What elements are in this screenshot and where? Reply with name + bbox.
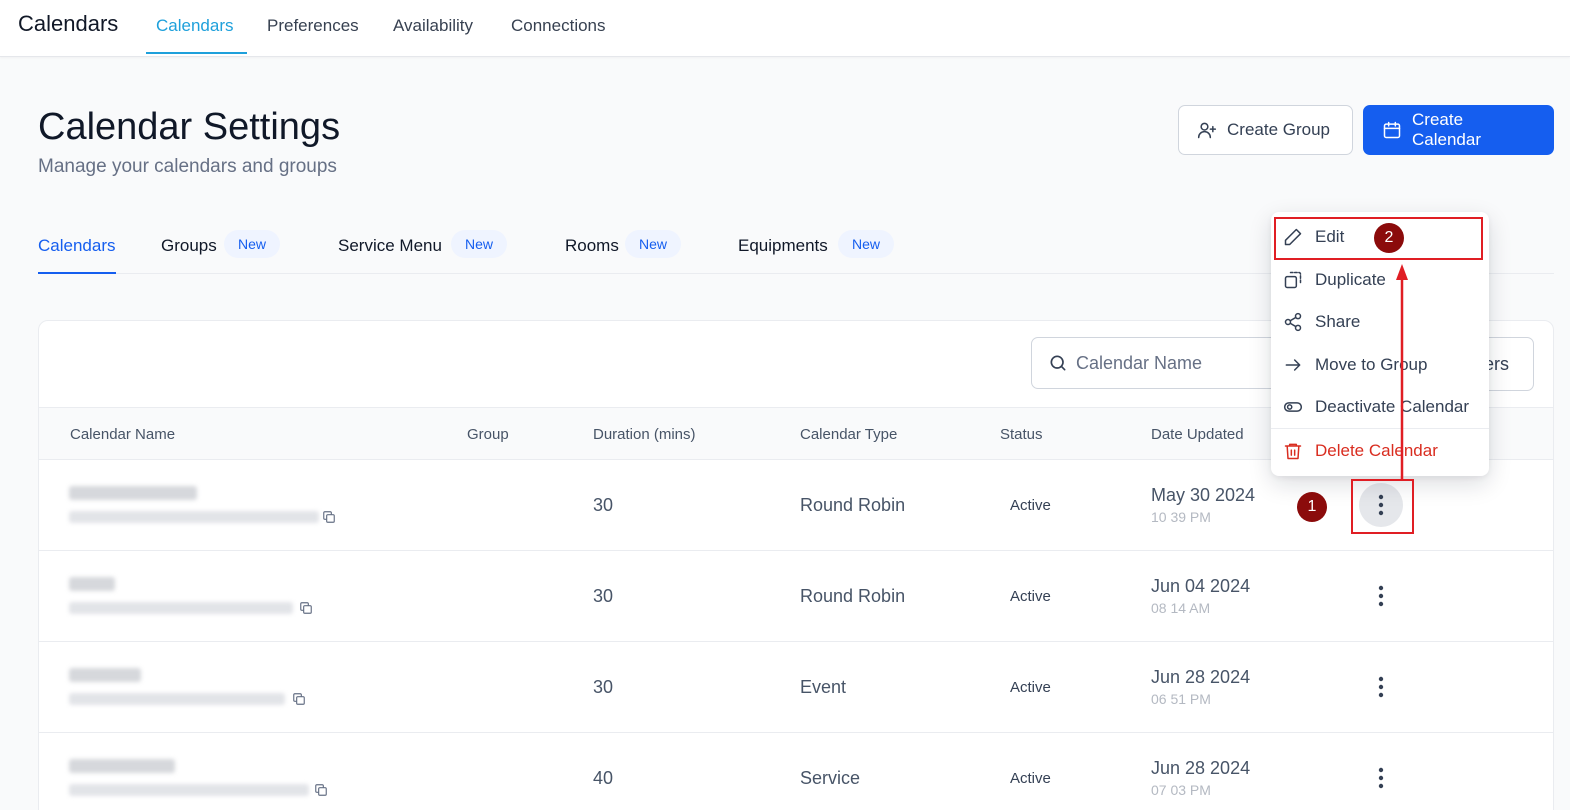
table-row[interactable]: 30 Round Robin Active Jun 04 2024 08 14 …	[39, 551, 1553, 642]
create-calendar-button[interactable]: Create Calendar	[1363, 105, 1554, 155]
top-tab-availability[interactable]: Availability	[393, 16, 473, 54]
redacted-calendar-id	[69, 693, 285, 705]
page-subtitle: Manage your calendars and groups	[38, 156, 337, 177]
status-cell: Active	[1010, 679, 1051, 696]
toggle-icon	[1283, 402, 1303, 412]
calendar-type-cell: Round Robin	[800, 495, 906, 515]
copy-icon[interactable]	[292, 692, 306, 706]
menu-divider	[1271, 428, 1489, 429]
kebab-menu-icon	[1378, 676, 1384, 698]
status-cell: Active	[1010, 497, 1051, 514]
top-tab-preferences[interactable]: Preferences	[267, 16, 359, 54]
calendar-type-cell: Event	[800, 677, 847, 697]
row-actions-button[interactable]	[1359, 574, 1403, 618]
search-icon	[1050, 355, 1066, 371]
duration-cell: 40	[593, 768, 614, 788]
search-input[interactable]: Calendar Name	[1031, 337, 1281, 389]
time-updated-cell: 08 14 AM	[1151, 600, 1211, 616]
column-header-duration: Duration (mins)	[593, 426, 696, 443]
column-header-calendar-type: Calendar Type	[800, 426, 898, 443]
top-navigation-bar: Calendars Calendars Preferences Availabi…	[0, 0, 1570, 57]
row-actions-button[interactable]	[1359, 665, 1403, 709]
date-updated-cell: May 30 2024	[1151, 485, 1256, 505]
new-badge: New	[451, 230, 507, 258]
page-title: Calendar Settings	[38, 106, 341, 148]
date-updated-cell: Jun 04 2024	[1151, 576, 1251, 596]
create-group-button[interactable]: Create Group	[1178, 105, 1353, 155]
time-updated-cell: 10 39 PM	[1151, 509, 1211, 525]
new-badge: New	[625, 230, 681, 258]
redacted-calendar-name	[69, 486, 197, 500]
redacted-calendar-name	[69, 668, 141, 682]
trash-icon	[1284, 443, 1302, 460]
sub-tab-service-menu[interactable]: Service Menu	[338, 236, 442, 274]
column-header-status: Status	[1000, 426, 1043, 443]
menu-item-label: Delete Calendar	[1315, 441, 1438, 460]
column-header-group: Group	[467, 426, 509, 443]
status-cell: Active	[1010, 588, 1051, 605]
arrow-right-icon	[1285, 359, 1301, 371]
share-icon	[1284, 312, 1302, 332]
kebab-menu-icon	[1378, 767, 1384, 789]
redacted-calendar-id	[69, 511, 319, 523]
menu-item-delete-calendar[interactable]: Delete Calendar	[1271, 431, 1489, 471]
new-badge: New	[224, 230, 280, 258]
calendar-icon	[1383, 121, 1401, 139]
redacted-calendar-name	[69, 577, 115, 591]
annotation-arrow-icon	[1396, 264, 1408, 480]
app-title: Calendars	[18, 11, 119, 36]
copy-icon[interactable]	[314, 783, 328, 797]
sub-tab-calendars[interactable]: Calendars	[38, 236, 116, 274]
menu-item-deactivate-calendar[interactable]: Deactivate Calendar	[1271, 387, 1489, 427]
create-calendar-label: Create Calendar	[1412, 110, 1481, 149]
duration-cell: 30	[593, 495, 614, 515]
copy-icon[interactable]	[322, 510, 336, 524]
sub-tab-equipments[interactable]: Equipments	[738, 236, 828, 274]
search-placeholder: Calendar Name	[1076, 352, 1203, 373]
table-row[interactable]: 40 Service Active Jun 28 2024 07 03 PM	[39, 733, 1553, 810]
menu-item-share[interactable]: Share	[1271, 302, 1489, 342]
calendar-type-cell: Service	[800, 768, 861, 788]
time-updated-cell: 07 03 PM	[1151, 782, 1211, 798]
top-tab-connections[interactable]: Connections	[511, 16, 606, 54]
step-badge-2: 2	[1374, 223, 1404, 253]
table-row[interactable]: 30 Event Active Jun 28 2024 06 51 PM	[39, 642, 1553, 733]
redacted-calendar-id	[69, 602, 293, 614]
sub-tab-groups[interactable]: Groups	[161, 236, 217, 274]
date-updated-cell: Jun 28 2024	[1151, 758, 1251, 778]
row-actions-button[interactable]	[1359, 756, 1403, 800]
duration-cell: 30	[593, 586, 614, 606]
menu-item-label: Duplicate	[1315, 270, 1386, 289]
duration-cell: 30	[593, 677, 614, 697]
date-updated-cell: Jun 28 2024	[1151, 667, 1251, 687]
copy-icon[interactable]	[299, 601, 313, 615]
menu-item-label: Share	[1315, 312, 1361, 331]
menu-item-duplicate[interactable]: Duplicate	[1271, 260, 1489, 300]
duplicate-icon	[1284, 271, 1302, 289]
menu-item-move-to-group[interactable]: Move to Group	[1271, 345, 1489, 385]
sub-tab-rooms[interactable]: Rooms	[565, 236, 619, 274]
column-header-date-updated: Date Updated	[1151, 426, 1244, 443]
redacted-calendar-name	[69, 759, 175, 773]
top-tab-calendars[interactable]: Calendars	[146, 16, 247, 54]
create-group-label: Create Group	[1227, 120, 1330, 139]
row-actions-highlight-box	[1351, 479, 1414, 534]
time-updated-cell: 06 51 PM	[1151, 691, 1211, 707]
step-badge-1: 1	[1297, 492, 1327, 522]
user-plus-icon	[1197, 122, 1217, 139]
status-cell: Active	[1010, 770, 1051, 787]
redacted-calendar-id	[69, 784, 309, 796]
kebab-menu-icon	[1378, 585, 1384, 607]
new-badge: New	[838, 230, 894, 258]
calendar-type-cell: Round Robin	[800, 586, 906, 606]
column-header-calendar-name: Calendar Name	[70, 426, 176, 443]
